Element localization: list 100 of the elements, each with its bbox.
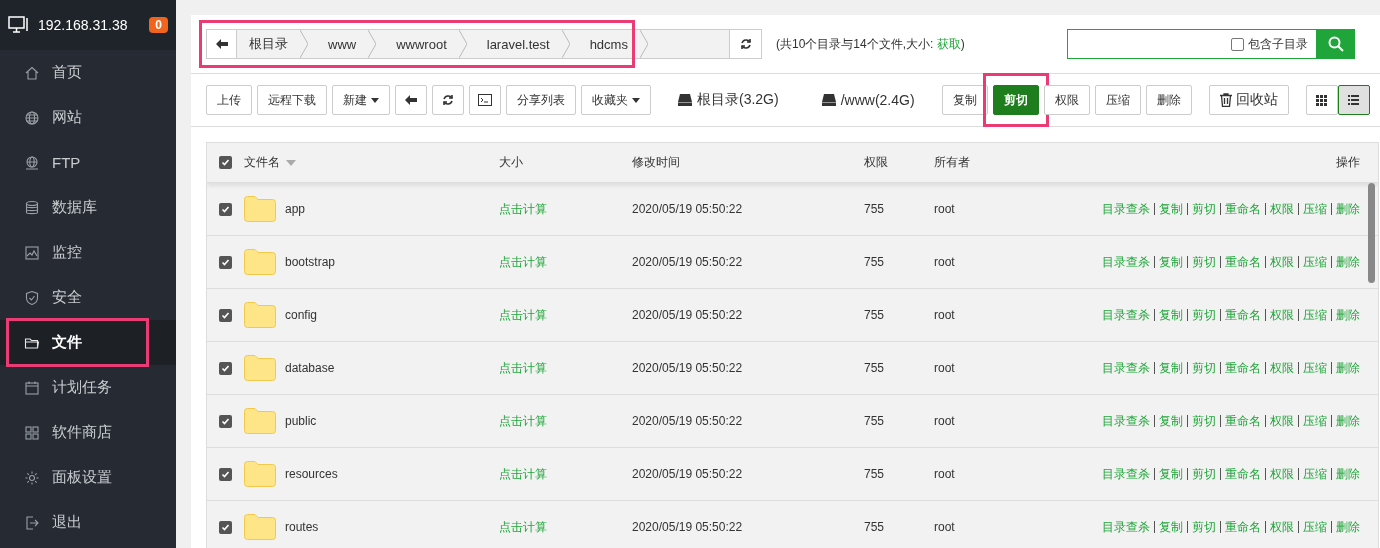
row-action-link[interactable]: 权限 xyxy=(1269,200,1294,218)
file-name[interactable]: resources xyxy=(285,467,338,481)
checkbox[interactable] xyxy=(219,520,232,534)
fetch-size-link[interactable]: 获取 xyxy=(936,36,961,51)
sidebar-item[interactable]: 数据库 xyxy=(0,185,176,230)
row-action-link[interactable]: 复制 xyxy=(1158,412,1183,430)
row-action-link[interactable]: 压缩 xyxy=(1302,412,1327,430)
row-action-link[interactable]: 压缩 xyxy=(1302,518,1327,536)
back-button[interactable] xyxy=(207,30,237,58)
search-field[interactable]: 包含子目录 xyxy=(1066,29,1317,59)
row-action-link[interactable]: 目录查杀 xyxy=(1101,200,1150,218)
calculate-size-link[interactable]: 点击计算 xyxy=(499,412,632,430)
checkbox[interactable] xyxy=(219,308,232,322)
file-name[interactable]: public xyxy=(285,414,317,428)
row-action-link[interactable]: 重命名 xyxy=(1224,306,1261,324)
row-action-link[interactable]: 目录查杀 xyxy=(1101,359,1150,377)
row-action-link[interactable]: 压缩 xyxy=(1302,359,1327,377)
row-action-link[interactable]: 删除 xyxy=(1335,465,1360,483)
toolbar-button[interactable]: 上传 xyxy=(206,85,252,115)
sidebar-item[interactable]: 文件 xyxy=(0,320,176,365)
file-name[interactable]: config xyxy=(285,308,318,322)
row-action-link[interactable]: 重命名 xyxy=(1224,359,1261,377)
checkbox[interactable] xyxy=(219,361,232,375)
disk-usage[interactable]: 根目录(3.2G) xyxy=(697,91,779,109)
row-action-link[interactable]: 剪切 xyxy=(1191,465,1216,483)
sidebar-item[interactable]: 软件商店 xyxy=(0,410,176,455)
row-action-link[interactable]: 压缩 xyxy=(1302,306,1327,324)
row-action-link[interactable]: 删除 xyxy=(1335,200,1360,218)
recycle-bin-button[interactable]: 回收站 xyxy=(1208,85,1289,115)
row-action-link[interactable]: 重命名 xyxy=(1224,412,1261,430)
row-action-link[interactable]: 权限 xyxy=(1269,253,1294,271)
row-action-link[interactable]: 剪切 xyxy=(1191,200,1216,218)
row-action-link[interactable]: 剪切 xyxy=(1191,518,1216,536)
row-action-link[interactable]: 目录查杀 xyxy=(1101,518,1150,536)
sidebar-item[interactable]: 计划任务 xyxy=(0,365,176,410)
file-name[interactable]: routes xyxy=(285,520,319,534)
breadcrumb-item[interactable]: laravel.test xyxy=(486,36,550,52)
column-header[interactable]: 文件名 xyxy=(244,154,280,171)
calculate-size-link[interactable]: 点击计算 xyxy=(499,518,632,536)
checkbox[interactable] xyxy=(219,414,232,428)
calculate-size-link[interactable]: 点击计算 xyxy=(499,306,632,324)
breadcrumb-item[interactable]: 根目录 xyxy=(249,35,288,53)
calculate-size-link[interactable]: 点击计算 xyxy=(499,200,632,218)
row-action-link[interactable]: 复制 xyxy=(1158,465,1183,483)
action-button[interactable]: 删除 xyxy=(1145,85,1192,115)
row-action-link[interactable]: 重命名 xyxy=(1224,465,1261,483)
row-action-link[interactable]: 剪切 xyxy=(1191,412,1216,430)
row-action-link[interactable]: 删除 xyxy=(1335,306,1360,324)
row-action-link[interactable]: 压缩 xyxy=(1302,253,1327,271)
checkbox[interactable] xyxy=(219,467,232,481)
row-action-link[interactable]: 权限 xyxy=(1269,306,1294,324)
calculate-size-link[interactable]: 点击计算 xyxy=(499,359,632,377)
calculate-size-link[interactable]: 点击计算 xyxy=(499,465,632,483)
search-button[interactable] xyxy=(1316,29,1355,59)
row-action-link[interactable]: 复制 xyxy=(1158,200,1183,218)
toolbar-button[interactable]: 分享列表 xyxy=(506,85,576,115)
row-action-link[interactable]: 删除 xyxy=(1335,359,1360,377)
action-button[interactable]: 压缩 xyxy=(1094,85,1141,115)
notification-count[interactable]: 0 xyxy=(149,17,168,33)
sidebar-item[interactable]: FTP xyxy=(0,140,176,185)
row-action-link[interactable]: 目录查杀 xyxy=(1101,306,1150,324)
checkbox[interactable] xyxy=(1230,37,1244,51)
terminal-button[interactable] xyxy=(469,85,501,115)
row-action-link[interactable]: 目录查杀 xyxy=(1101,253,1150,271)
breadcrumb-item[interactable]: hdcms xyxy=(589,36,628,52)
row-action-link[interactable]: 删除 xyxy=(1335,412,1360,430)
calculate-size-link[interactable]: 点击计算 xyxy=(499,253,632,271)
row-action-link[interactable]: 权限 xyxy=(1269,359,1294,377)
row-action-link[interactable]: 复制 xyxy=(1158,306,1183,324)
file-name[interactable]: app xyxy=(285,202,306,216)
refresh-button[interactable] xyxy=(730,29,762,59)
row-action-link[interactable]: 压缩 xyxy=(1302,465,1327,483)
row-action-link[interactable]: 剪切 xyxy=(1191,306,1216,324)
refresh-button[interactable] xyxy=(432,85,464,115)
file-name[interactable]: bootstrap xyxy=(285,255,336,269)
checkbox[interactable] xyxy=(219,202,232,216)
row-action-link[interactable]: 复制 xyxy=(1158,253,1183,271)
disk-usage[interactable]: /www(2.4G) xyxy=(840,92,915,108)
sidebar-item[interactable]: 退出 xyxy=(0,500,176,545)
row-action-link[interactable]: 剪切 xyxy=(1191,253,1216,271)
row-action-link[interactable]: 目录查杀 xyxy=(1101,465,1150,483)
checkbox[interactable] xyxy=(219,156,232,169)
list-view-button[interactable] xyxy=(1337,85,1370,115)
sidebar-item[interactable]: 网站 xyxy=(0,95,176,140)
sidebar-item[interactable]: 面板设置 xyxy=(0,455,176,500)
sidebar-item[interactable]: 监控 xyxy=(0,230,176,275)
back-button[interactable] xyxy=(395,85,427,115)
row-action-link[interactable]: 重命名 xyxy=(1224,200,1261,218)
row-action-link[interactable]: 删除 xyxy=(1335,253,1360,271)
breadcrumb-item[interactable]: www xyxy=(328,36,357,52)
action-button[interactable]: 复制 xyxy=(941,85,988,115)
row-action-link[interactable]: 重命名 xyxy=(1224,518,1261,536)
row-action-link[interactable]: 压缩 xyxy=(1302,200,1327,218)
row-action-link[interactable]: 目录查杀 xyxy=(1101,412,1150,430)
action-button[interactable]: 剪切 xyxy=(992,85,1039,115)
toolbar-button[interactable]: 远程下载 xyxy=(257,85,327,115)
breadcrumb-item[interactable]: wwwroot xyxy=(396,36,447,52)
grid-view-button[interactable] xyxy=(1305,85,1338,115)
dropdown-button[interactable]: 新建 xyxy=(332,85,390,115)
action-button[interactable]: 权限 xyxy=(1043,85,1090,115)
